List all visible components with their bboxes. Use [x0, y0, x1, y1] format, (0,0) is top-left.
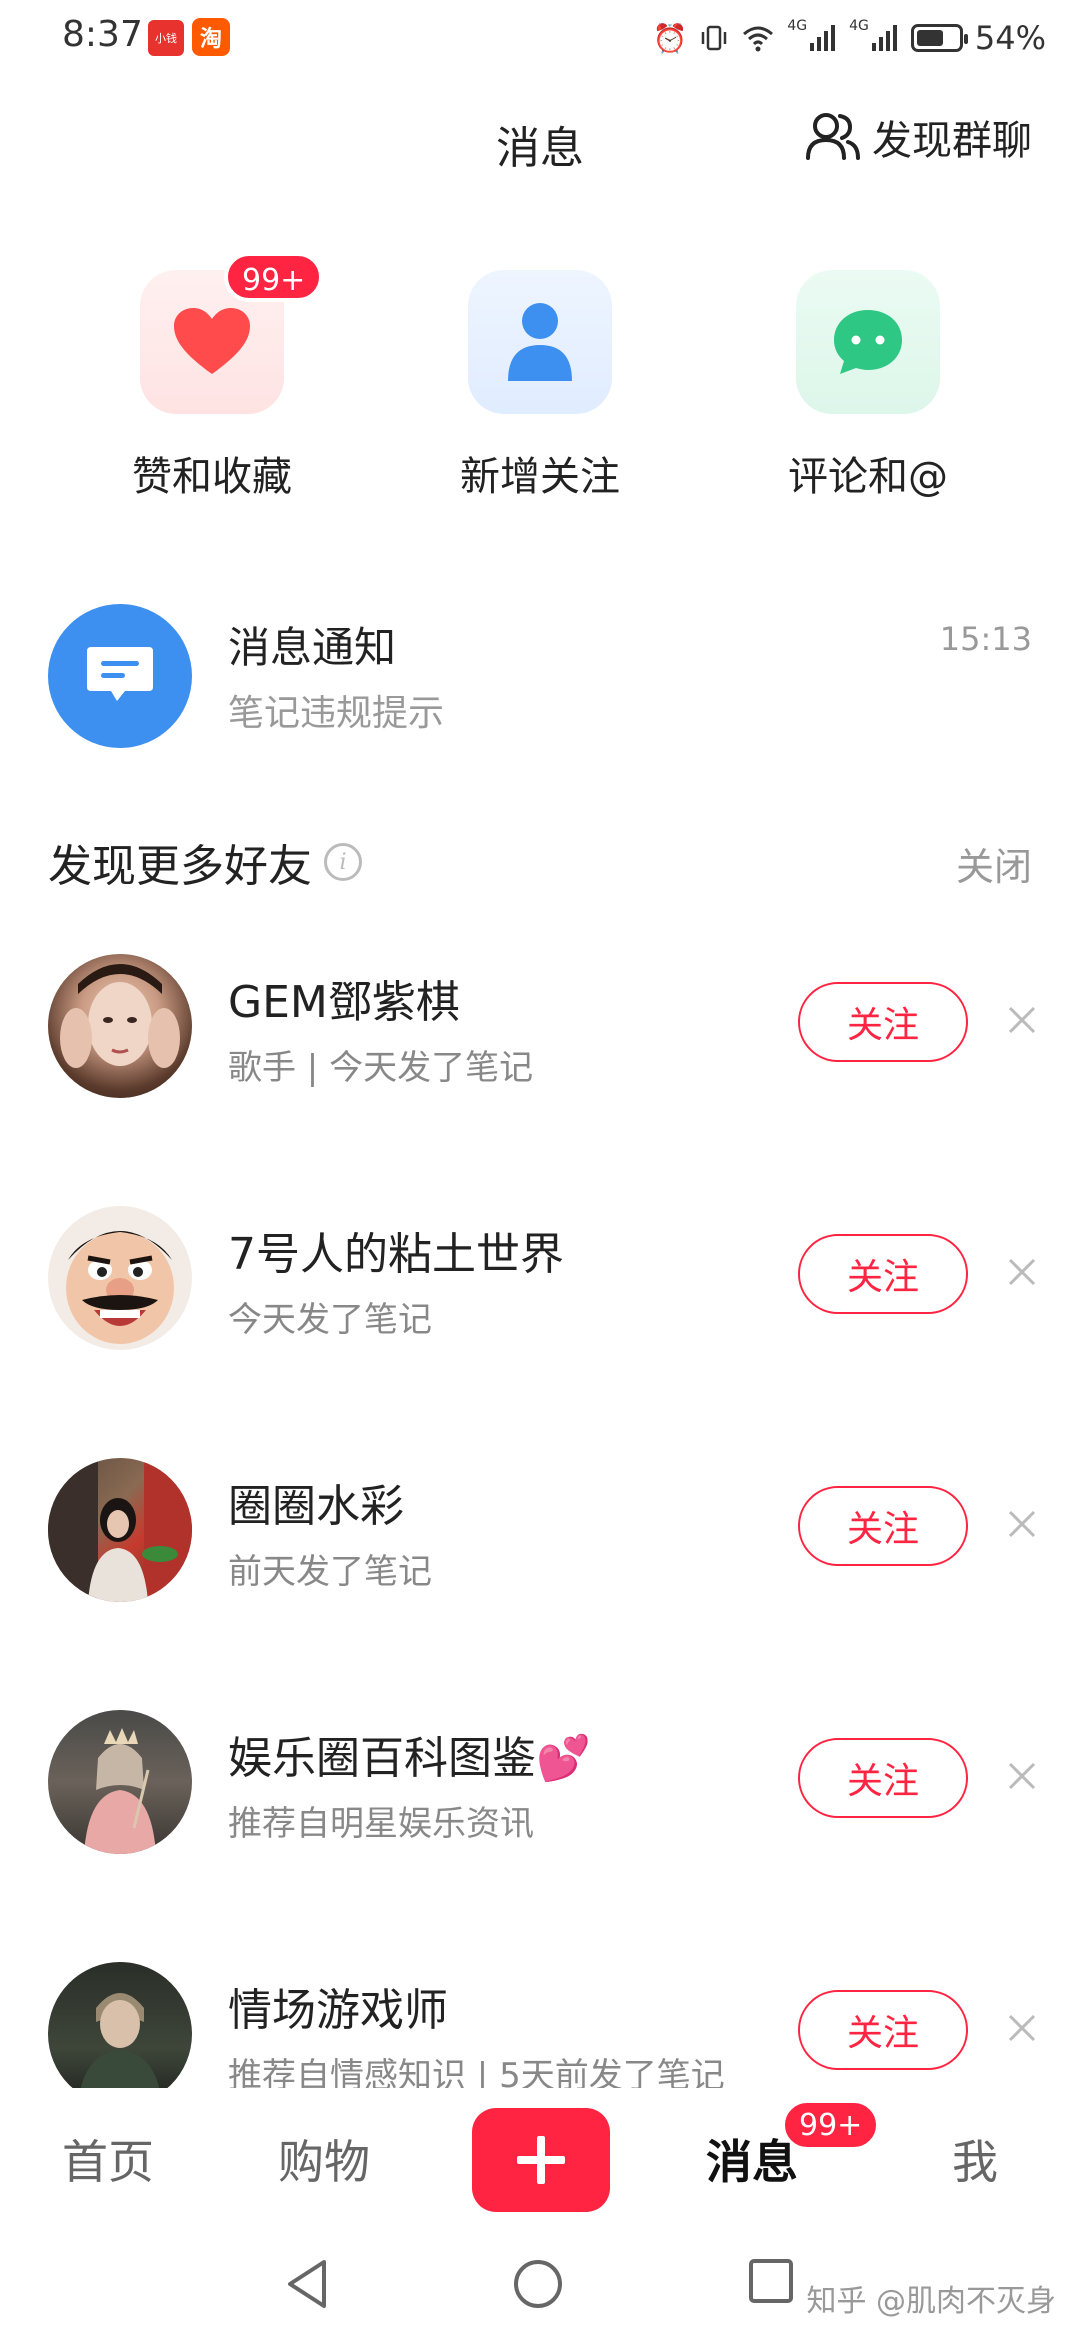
notification-subtitle: 笔记违规提示: [228, 693, 445, 734]
taobao-notification-icon: 淘: [192, 18, 230, 56]
notification-time: 15:13: [939, 620, 1032, 658]
avatar[interactable]: [48, 1710, 192, 1854]
friend-name[interactable]: 7号人的粘土世界: [228, 1218, 564, 1282]
friend-name[interactable]: GEM鄧紫棋: [228, 966, 460, 1030]
follow-button[interactable]: 关注: [798, 1738, 968, 1818]
messages-badge: 99+: [782, 2100, 880, 2150]
chat-bubble-icon: [834, 310, 902, 374]
avatar-photo-icon: [84, 1728, 156, 1854]
likes-badge: 99+: [224, 252, 324, 302]
watermark: 知乎 @肌肉不灭身: [806, 2284, 1056, 2319]
recents-icon[interactable]: [748, 2258, 794, 2304]
plus-icon: [517, 2136, 565, 2184]
avatar[interactable]: [48, 1962, 192, 2106]
status-bar: 8:37 小钱 淘 ⏰ 4G 4G 54%: [0, 0, 1080, 80]
new-followers-label: 新增关注: [460, 454, 620, 500]
battery-percent: 54%: [974, 19, 1046, 57]
friend-description: 前天发了笔记: [228, 1552, 432, 1592]
likes-and-favorites-button[interactable]: 99+ 赞和收藏: [92, 252, 332, 502]
network-type-label: 4G: [849, 18, 869, 34]
battery-icon: [910, 24, 968, 52]
avatar-photo-icon: [48, 1458, 192, 1602]
info-icon[interactable]: i: [324, 843, 362, 881]
friend-description: 今天发了笔记: [228, 1300, 432, 1340]
home-icon[interactable]: [512, 2258, 564, 2310]
status-time: 8:37: [62, 14, 143, 55]
system-navigation-bar: 知乎 @肌肉不灭身: [0, 2220, 1080, 2340]
friend-description: 歌手 | 今天发了笔记: [228, 1048, 534, 1088]
close-icon[interactable]: [1000, 1754, 1044, 1798]
discover-friends-header: 发现更多好友 i: [48, 830, 362, 894]
bottom-navigation: 首页 购物 消息 99+ 我: [0, 2088, 1080, 2220]
follow-button[interactable]: 关注: [798, 1486, 968, 1566]
avatar[interactable]: [48, 1458, 192, 1602]
notification-title: 消息通知: [228, 623, 397, 672]
message-notice-icon: [87, 647, 153, 701]
discover-title: 发现更多好友: [48, 841, 312, 892]
friend-name[interactable]: 圈圈水彩: [228, 1470, 404, 1534]
friend-name[interactable]: 娱乐圈百科图鉴💕: [228, 1722, 591, 1786]
friend-description: 推荐自明星娱乐资讯: [228, 1804, 534, 1844]
close-icon[interactable]: [1000, 1250, 1044, 1294]
follow-button[interactable]: 关注: [798, 1990, 968, 2070]
heart-icon: [174, 308, 250, 374]
comments-and-mentions-label: 评论和@: [788, 454, 948, 500]
avatar-clay-face-icon: [66, 1231, 174, 1344]
friend-name[interactable]: 情场游戏师: [228, 1974, 448, 2038]
signal-icon: [871, 25, 897, 51]
network-type-label: 4G: [787, 18, 808, 34]
avatar[interactable]: [48, 954, 192, 1098]
close-recommendations-button[interactable]: 关闭: [956, 836, 1032, 891]
create-post-button[interactable]: [472, 2108, 610, 2212]
back-icon[interactable]: [284, 2258, 332, 2310]
vibrate-icon: [702, 25, 727, 51]
find-group-label: 发现群聊: [872, 118, 1032, 164]
signal-icon: [810, 25, 836, 51]
wifi-icon: [743, 26, 774, 52]
close-icon[interactable]: [1000, 2006, 1044, 2050]
likes-and-favorites-label: 赞和收藏: [132, 454, 292, 500]
friend-suggestion-row[interactable]: GEM鄧紫棋 歌手 | 今天发了笔记 关注: [0, 950, 1080, 1110]
status-icons: ⏰ 4G 4G 54%: [652, 14, 1046, 62]
system-notification-item[interactable]: 消息通知 笔记违规提示 15:13: [0, 588, 1080, 768]
notification-avatar: [48, 604, 192, 748]
friend-suggestion-row[interactable]: 娱乐圈百科图鉴💕 推荐自明星娱乐资讯 关注: [0, 1706, 1080, 1866]
nav-me[interactable]: 我: [952, 2126, 998, 2192]
friend-suggestion-row[interactable]: 圈圈水彩 前天发了笔记 关注: [0, 1454, 1080, 1614]
people-icon: [806, 113, 860, 160]
new-followers-button[interactable]: 新增关注: [420, 270, 660, 502]
nav-shop[interactable]: 购物: [278, 2126, 370, 2192]
close-icon[interactable]: [1000, 1502, 1044, 1546]
follow-button[interactable]: 关注: [798, 982, 968, 1062]
follow-button[interactable]: 关注: [798, 1234, 968, 1314]
find-group-chat-button[interactable]: 发现群聊: [804, 108, 1032, 166]
person-icon: [508, 303, 572, 381]
friend-suggestion-row[interactable]: 7号人的粘土世界 今天发了笔记 关注: [0, 1202, 1080, 1362]
alarm-icon: ⏰: [652, 21, 688, 55]
avatar-face-icon: [60, 964, 180, 1068]
nav-home[interactable]: 首页: [62, 2126, 154, 2192]
comments-and-mentions-button[interactable]: 评论和@: [748, 270, 988, 502]
close-icon[interactable]: [1000, 998, 1044, 1042]
avatar[interactable]: [48, 1206, 192, 1350]
avatar-photo-icon: [78, 1993, 162, 2106]
app-notification-icon: 小钱: [148, 20, 184, 56]
